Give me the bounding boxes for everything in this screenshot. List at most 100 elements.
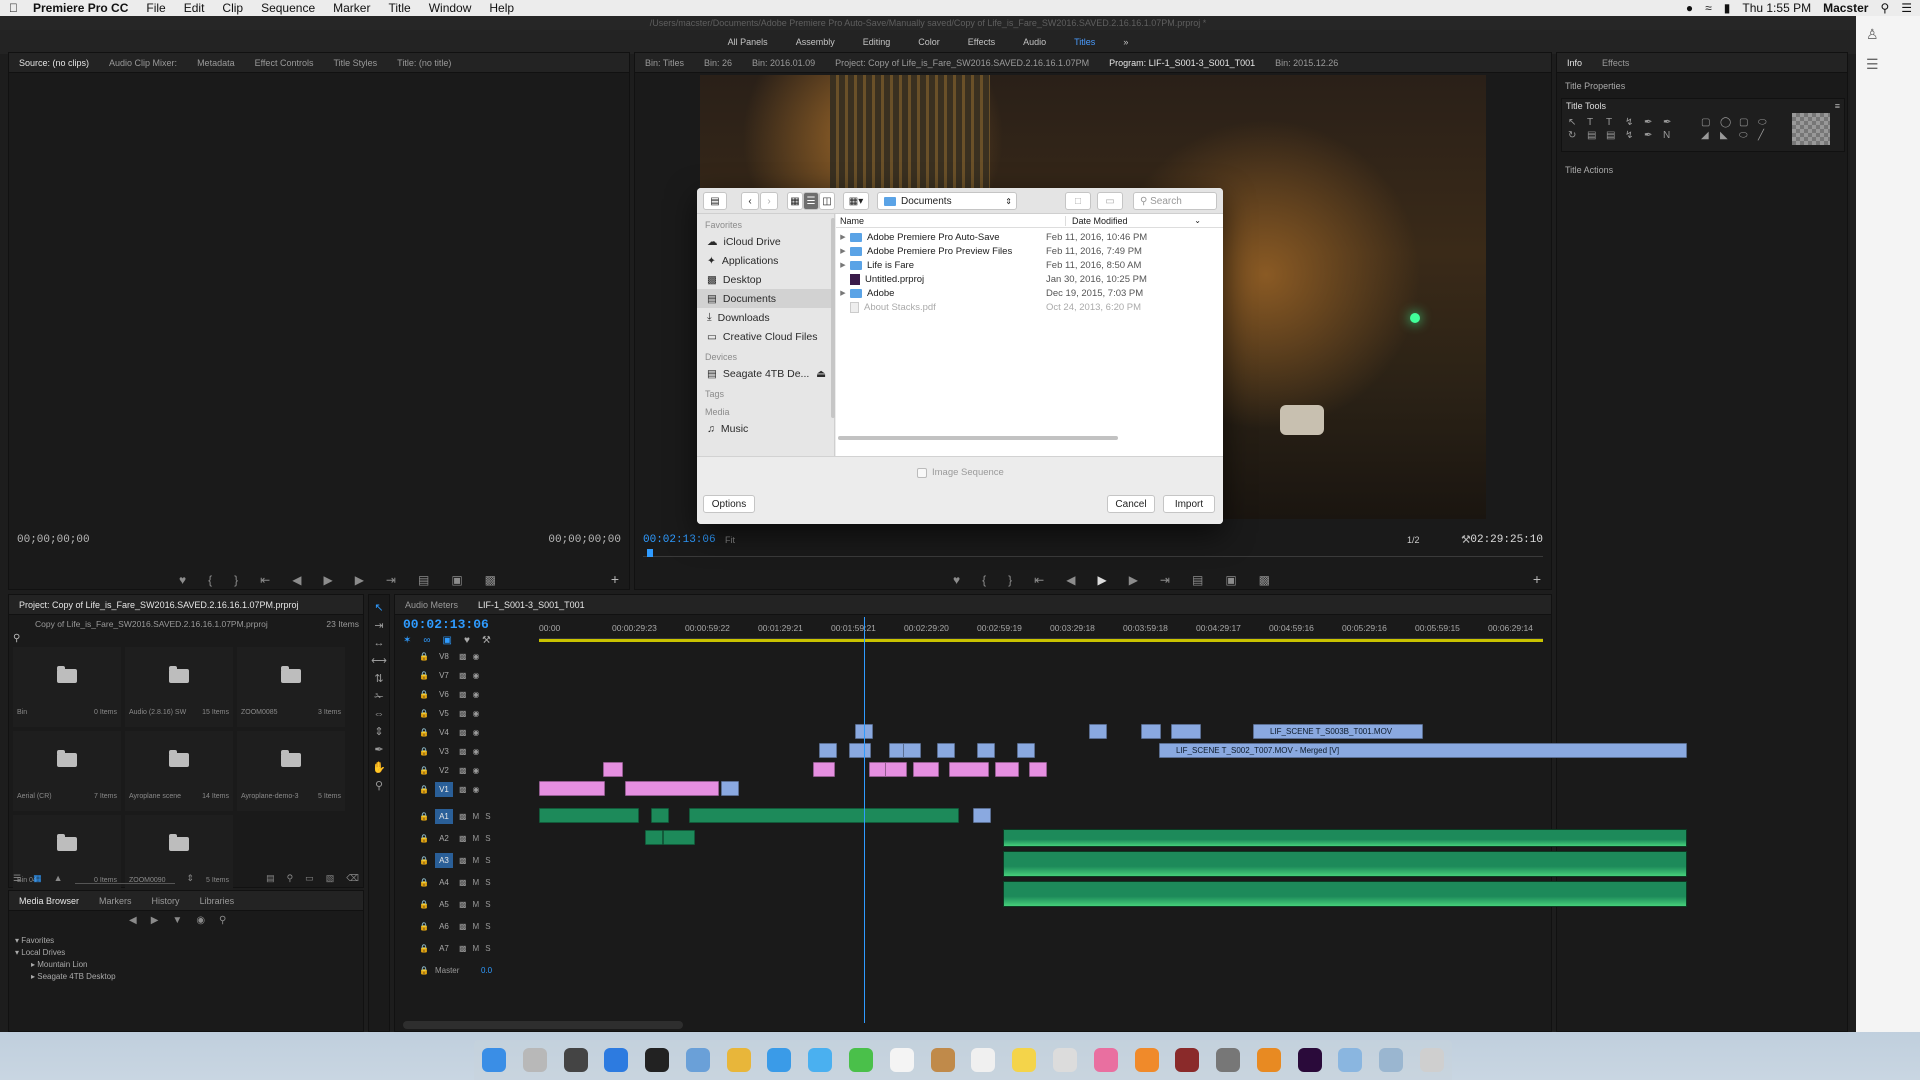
timeline-clip[interactable] (977, 743, 995, 758)
dashboard-icon[interactable] (645, 1048, 670, 1072)
path-type-tool-icon[interactable]: ↯ (1625, 117, 1644, 128)
file-row[interactable]: About Stacks.pdf Oct 24, 2013, 6:20 PM (836, 300, 1216, 314)
timeline-clip[interactable] (1017, 743, 1035, 758)
step-forward-icon[interactable]: ▶ (355, 573, 364, 587)
track-label[interactable]: A7 (435, 941, 453, 956)
menu-clip[interactable]: Clip (213, 0, 252, 16)
sidebar-seagate[interactable]: ▤ Seagate 4TB De... ⏏ (697, 364, 834, 383)
tab-source[interactable]: Source: (no clips) (9, 53, 99, 72)
list-view-icon[interactable]: ☰ (13, 873, 21, 884)
battery-icon[interactable]: ▮ (1724, 1, 1731, 15)
preview-icon[interactable] (685, 1048, 710, 1072)
sidebar-desktop[interactable]: ▩ Desktop (697, 270, 834, 289)
trash-icon[interactable]: ⌫ (346, 873, 359, 884)
project-bin[interactable]: Bin 0 Items (13, 647, 121, 727)
timeline-clip[interactable] (885, 762, 907, 777)
track-label[interactable]: A3 (434, 852, 453, 868)
wifi-icon[interactable]: ≈ (1705, 1, 1712, 15)
back-button[interactable]: ‹ (741, 192, 759, 210)
photos-icon[interactable] (1052, 1048, 1077, 1072)
sidebar-creative-cloud[interactable]: ▭ Creative Cloud Files (697, 327, 834, 346)
photo-booth-icon[interactable] (1175, 1048, 1200, 1072)
location-popup[interactable]: Documents ⇕ (877, 192, 1017, 210)
mute-button[interactable]: M (473, 812, 480, 821)
lock-icon[interactable]: 🔒 (419, 812, 429, 821)
toggle-sync-icon[interactable]: ▩ (459, 766, 467, 775)
program-timecode[interactable]: 00:02:13:06 (643, 534, 716, 546)
premiere-pro-icon[interactable] (1297, 1048, 1322, 1072)
audio-clip[interactable] (663, 830, 695, 845)
vlc-icon[interactable] (1256, 1048, 1281, 1072)
toggle-sync-icon[interactable]: ▩ (459, 856, 467, 865)
tab-bin-2016-01-09[interactable]: Bin: 2016.01.09 (742, 53, 825, 72)
project-bin[interactable]: Aerial (CR) 7 Items (13, 731, 121, 811)
tag-icon[interactable]: ▭ (1097, 192, 1123, 210)
tree-mountain-lion[interactable]: ▸ Mountain Lion (15, 959, 116, 971)
lock-icon[interactable]: 🔒 (419, 878, 429, 887)
add-marker-icon[interactable]: ♥ (464, 635, 470, 646)
workspace-more-icon[interactable]: » (1109, 30, 1142, 54)
mark-in-icon[interactable]: { (982, 573, 986, 587)
project-bin[interactable]: Ayroplane-demo-3 5 Items (237, 731, 345, 811)
messages-icon[interactable] (808, 1048, 833, 1072)
disclosure-triangle-icon[interactable]: ▶ (836, 289, 850, 297)
zoom-tool-icon[interactable]: ⚲ (375, 779, 383, 792)
app-store-icon[interactable] (604, 1048, 629, 1072)
rounded-rect-tool-icon[interactable]: ▢ (1739, 117, 1758, 128)
file-list-hscrollbar[interactable] (838, 436, 1118, 440)
safari-icon[interactable] (767, 1048, 792, 1072)
track-label[interactable]: V8 (435, 649, 453, 664)
source-timecode-left[interactable]: 00;00;00;00 (17, 534, 90, 546)
toggle-sync-icon[interactable]: ▩ (459, 834, 467, 843)
razor-tool-icon[interactable]: ✁ (374, 690, 383, 703)
track-label[interactable]: A6 (435, 919, 453, 934)
toggle-sync-icon[interactable]: ▩ (459, 690, 467, 699)
track-label[interactable]: V7 (435, 668, 453, 683)
fit-dropdown[interactable]: Fit (725, 535, 735, 545)
lift-icon[interactable]: ▤ (1192, 573, 1203, 587)
tab-program[interactable]: Program: LIF-1_S001-3_S001_T001 (1099, 53, 1265, 72)
step-forward-icon[interactable]: ▶ (1129, 573, 1138, 587)
timeline-clip[interactable] (1171, 724, 1201, 739)
user-name[interactable]: Macster (1823, 1, 1868, 15)
new-bin-icon[interactable]: ▭ (305, 873, 314, 884)
menu-edit[interactable]: Edit (175, 0, 214, 16)
solo-button[interactable]: S (485, 834, 490, 843)
timeline-clip[interactable] (849, 743, 871, 758)
lock-icon[interactable]: 🔒 (419, 966, 429, 975)
arc-tool-icon[interactable]: ◣ (1720, 130, 1739, 141)
toggle-sync-icon[interactable]: ▩ (459, 747, 467, 756)
audio-clip[interactable] (539, 808, 639, 823)
sidebar-applications[interactable]: ✦ Applications (697, 251, 834, 270)
mute-button[interactable]: M (473, 834, 480, 843)
audio-clip[interactable] (651, 808, 669, 823)
go-to-in-icon[interactable]: ⇤ (260, 573, 270, 587)
toggle-sync-icon[interactable]: ▩ (459, 900, 467, 909)
toggle-sync-icon[interactable]: ▩ (459, 671, 467, 680)
audio-clip[interactable] (689, 808, 959, 823)
pen-tool-icon[interactable]: ✒ (374, 743, 383, 756)
launchpad-icon[interactable] (522, 1048, 547, 1072)
lock-icon[interactable]: 🔒 (419, 652, 429, 661)
solo-button[interactable]: S (485, 922, 490, 931)
toggle-sync-icon[interactable]: ▩ (459, 878, 467, 887)
add-marker-icon[interactable]: ♥ (953, 573, 960, 587)
itunes-icon[interactable] (1093, 1048, 1118, 1072)
tab-project-file[interactable]: Project: Copy of Life_is_Fare_SW2016.SAV… (9, 595, 308, 614)
track-label[interactable]: V3 (435, 744, 453, 759)
eye-icon[interactable]: ◉ (473, 785, 480, 794)
timeline-clip[interactable] (1029, 762, 1047, 777)
column-view-icon[interactable]: ◫ (819, 192, 835, 210)
program-scrub-bar[interactable] (643, 549, 1543, 557)
audio-clip[interactable] (973, 808, 991, 823)
toggle-sync-icon[interactable]: ▩ (459, 922, 467, 931)
tab-bin-2015-12-26[interactable]: Bin: 2015.12.26 (1265, 53, 1348, 72)
tab-audio-clip-mixer[interactable]: Audio Clip Mixer: (99, 53, 187, 72)
sidebar-music[interactable]: ♫ Music (697, 419, 834, 438)
new-item-icon[interactable]: ▧ (326, 873, 335, 884)
tree-seagate[interactable]: ▸ Seagate 4TB Desktop (15, 971, 116, 983)
lock-icon[interactable]: 🔒 (419, 690, 429, 699)
solo-button[interactable]: S (485, 856, 490, 865)
forward-button[interactable]: › (760, 192, 778, 210)
timeline-clip[interactable] (819, 743, 837, 758)
